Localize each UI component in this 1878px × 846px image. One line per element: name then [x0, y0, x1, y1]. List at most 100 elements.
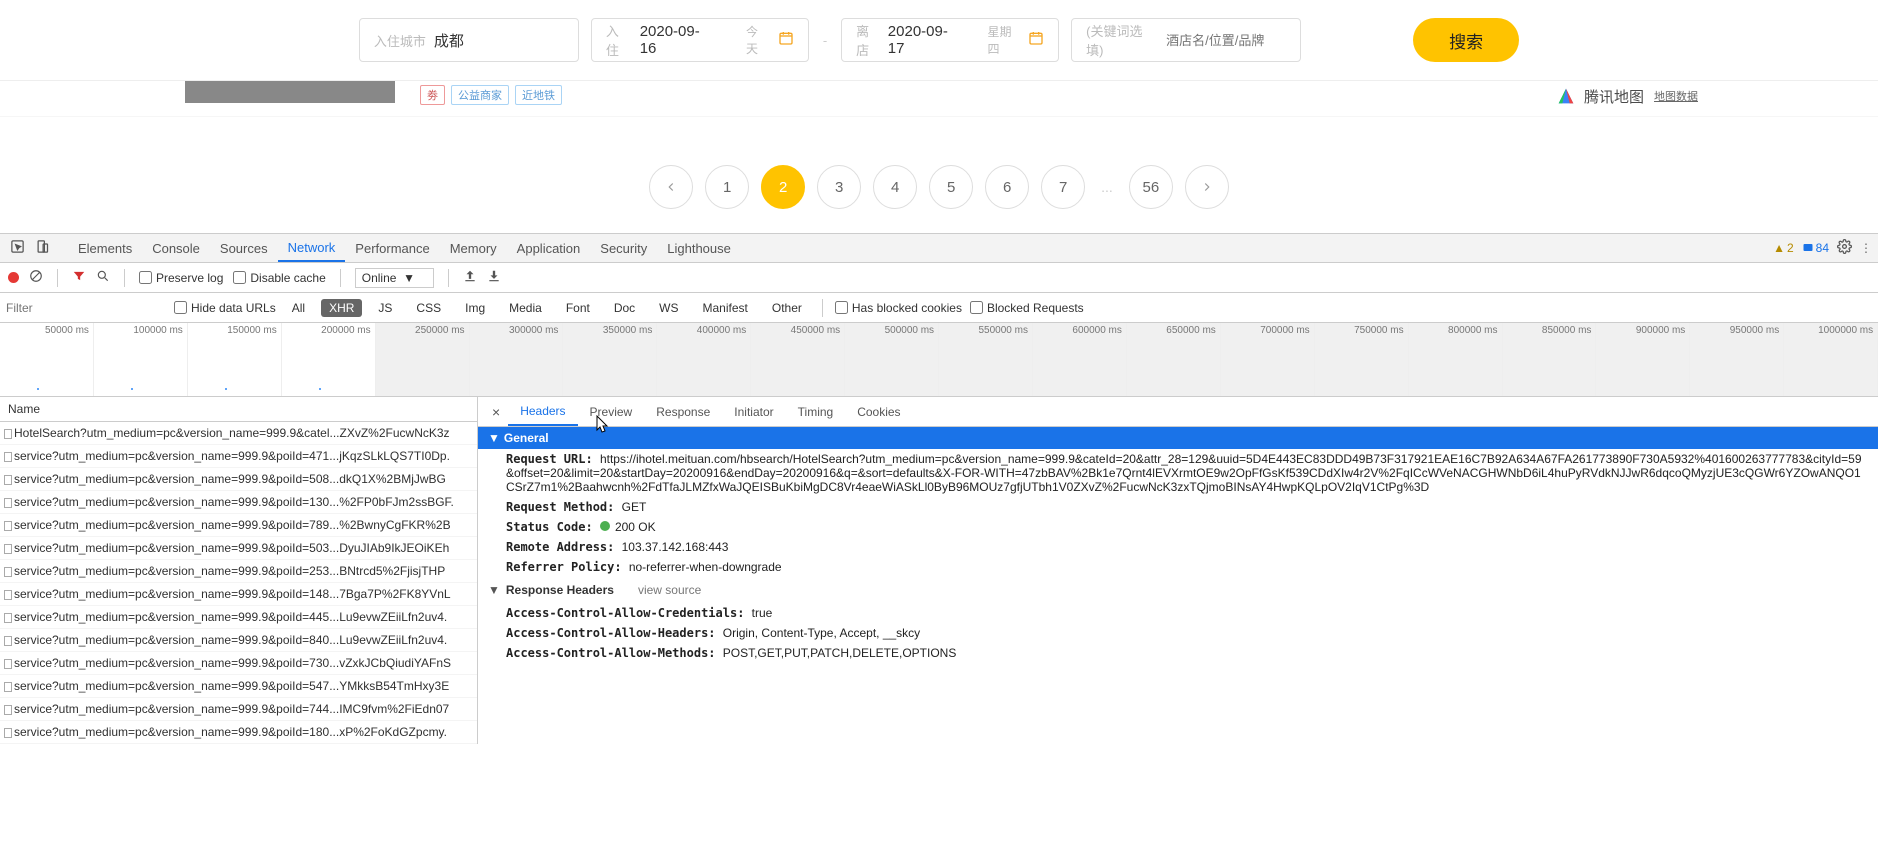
timeline-tick: 700000 ms: [1221, 323, 1315, 396]
devtools-tab-sources[interactable]: Sources: [210, 234, 278, 262]
device-toggle-icon[interactable]: [35, 239, 50, 257]
timeline-tick: 1000000 ms: [1784, 323, 1878, 396]
checkin-field[interactable]: 入住 2020-09-16 今天: [591, 18, 809, 62]
throttling-select[interactable]: Online ▼: [355, 268, 434, 288]
city-field[interactable]: 入住城市 成都: [359, 18, 579, 62]
filter-type-css[interactable]: CSS: [408, 299, 449, 317]
search-button[interactable]: 搜索: [1413, 18, 1519, 62]
request-row[interactable]: service?utm_medium=pc&version_name=999.9…: [0, 698, 477, 721]
request-url-value: https://ihotel.meituan.com/hbsearch/Hote…: [506, 452, 1862, 494]
devtools-tab-network[interactable]: Network: [278, 234, 346, 262]
request-row[interactable]: service?utm_medium=pc&version_name=999.9…: [0, 629, 477, 652]
request-row[interactable]: service?utm_medium=pc&version_name=999.9…: [0, 560, 477, 583]
more-icon[interactable]: ⋮: [1860, 241, 1872, 255]
blocked-cookies-checkbox[interactable]: Has blocked cookies: [835, 301, 962, 315]
page-button-2[interactable]: 2: [761, 165, 805, 209]
close-icon[interactable]: ×: [484, 404, 508, 420]
warnings-badge[interactable]: ▲ 2: [1773, 241, 1794, 255]
filter-type-manifest[interactable]: Manifest: [695, 299, 756, 317]
tag-subway: 近地铁: [515, 85, 562, 105]
filter-type-img[interactable]: Img: [457, 299, 493, 317]
page-last-button[interactable]: 56: [1129, 165, 1173, 209]
page-prev-button[interactable]: [649, 165, 693, 209]
request-row[interactable]: service?utm_medium=pc&version_name=999.9…: [0, 445, 477, 468]
response-headers-section[interactable]: ▼ Response Headers view source: [478, 577, 1878, 603]
tag-charity: 公益商家: [451, 85, 509, 105]
request-row[interactable]: service?utm_medium=pc&version_name=999.9…: [0, 721, 477, 744]
page-button-4[interactable]: 4: [873, 165, 917, 209]
clear-icon[interactable]: [29, 269, 43, 286]
detail-tab-initiator[interactable]: Initiator: [722, 397, 785, 426]
inspect-icon[interactable]: [10, 239, 25, 257]
filter-type-xhr[interactable]: XHR: [321, 299, 362, 317]
request-row[interactable]: service?utm_medium=pc&version_name=999.9…: [0, 675, 477, 698]
record-button[interactable]: [8, 272, 19, 283]
devtools-tab-performance[interactable]: Performance: [345, 234, 439, 262]
filter-type-all[interactable]: All: [284, 299, 313, 317]
expand-icon: ▼: [488, 583, 500, 597]
page-button-6[interactable]: 6: [985, 165, 1029, 209]
page-button-5[interactable]: 5: [929, 165, 973, 209]
expand-icon: ▼: [488, 431, 500, 445]
keywords-field[interactable]: (关键词选填): [1071, 18, 1301, 62]
devtools-tab-application[interactable]: Application: [507, 234, 591, 262]
devtools-tab-console[interactable]: Console: [142, 234, 210, 262]
preserve-log-checkbox[interactable]: Preserve log: [139, 271, 223, 285]
checkout-label: 离店: [856, 21, 880, 59]
network-body: Name HotelSearch?utm_medium=pc&version_n…: [0, 397, 1878, 744]
checkout-extra: 星期四: [987, 23, 1020, 57]
general-section-header[interactable]: ▼ General: [478, 427, 1878, 449]
search-icon[interactable]: [96, 269, 110, 286]
page-button-1[interactable]: 1: [705, 165, 749, 209]
detail-tab-preview[interactable]: Preview: [578, 397, 645, 426]
request-row[interactable]: service?utm_medium=pc&version_name=999.9…: [0, 652, 477, 675]
devtools-tab-security[interactable]: Security: [590, 234, 657, 262]
remote-address-label: Remote Address:: [506, 540, 614, 554]
keywords-hint: (关键词选填): [1086, 21, 1158, 59]
request-row[interactable]: service?utm_medium=pc&version_name=999.9…: [0, 468, 477, 491]
page-button-3[interactable]: 3: [817, 165, 861, 209]
download-icon[interactable]: [487, 269, 501, 286]
filter-type-doc[interactable]: Doc: [606, 299, 643, 317]
keywords-input[interactable]: [1166, 33, 1286, 48]
filter-type-js[interactable]: JS: [370, 299, 400, 317]
network-timeline[interactable]: 50000 ms100000 ms150000 ms200000 ms25000…: [0, 323, 1878, 397]
request-list-header[interactable]: Name: [0, 397, 477, 422]
detail-tab-response[interactable]: Response: [644, 397, 722, 426]
settings-icon[interactable]: [1837, 239, 1852, 257]
page-next-button[interactable]: [1185, 165, 1229, 209]
request-row[interactable]: service?utm_medium=pc&version_name=999.9…: [0, 514, 477, 537]
devtools-tab-elements[interactable]: Elements: [68, 234, 142, 262]
request-row[interactable]: HotelSearch?utm_medium=pc&version_name=9…: [0, 422, 477, 445]
request-row[interactable]: service?utm_medium=pc&version_name=999.9…: [0, 606, 477, 629]
detail-tab-timing[interactable]: Timing: [786, 397, 846, 426]
devtools-tab-memory[interactable]: Memory: [440, 234, 507, 262]
request-row[interactable]: service?utm_medium=pc&version_name=999.9…: [0, 491, 477, 514]
filter-input[interactable]: [6, 301, 166, 315]
checkout-field[interactable]: 离店 2020-09-17 星期四: [841, 18, 1059, 62]
disable-cache-checkbox[interactable]: Disable cache: [233, 271, 325, 285]
view-source-link[interactable]: view source: [638, 583, 701, 597]
detail-tab-cookies[interactable]: Cookies: [845, 397, 912, 426]
devtools-tab-lighthouse[interactable]: Lighthouse: [657, 234, 741, 262]
pagination: 1234567 ... 56: [0, 117, 1878, 233]
timeline-tick: 800000 ms: [1409, 323, 1503, 396]
blocked-requests-checkbox[interactable]: Blocked Requests: [970, 301, 1084, 315]
detail-tab-headers[interactable]: Headers: [508, 397, 577, 426]
timeline-tick: 550000 ms: [939, 323, 1033, 396]
page-button-7[interactable]: 7: [1041, 165, 1085, 209]
messages-badge[interactable]: 84: [1802, 241, 1829, 255]
request-row[interactable]: service?utm_medium=pc&version_name=999.9…: [0, 537, 477, 560]
map-data-link[interactable]: 地图数据: [1654, 88, 1698, 104]
hide-data-urls-checkbox[interactable]: Hide data URLs: [174, 301, 276, 315]
upload-icon[interactable]: [463, 269, 477, 286]
filter-icon[interactable]: [72, 269, 86, 286]
network-filter-bar: Hide data URLs All XHR JS CSS Img Media Font Do…: [0, 293, 1878, 323]
filter-type-other[interactable]: Other: [764, 299, 810, 317]
timeline-tick: 950000 ms: [1690, 323, 1784, 396]
filter-type-font[interactable]: Font: [558, 299, 598, 317]
filter-type-media[interactable]: Media: [501, 299, 550, 317]
filter-type-ws[interactable]: WS: [651, 299, 686, 317]
checkin-extra: 今天: [746, 23, 770, 57]
request-row[interactable]: service?utm_medium=pc&version_name=999.9…: [0, 583, 477, 606]
